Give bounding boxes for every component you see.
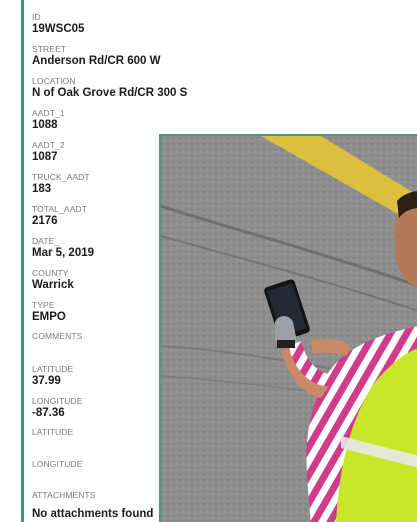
field-label-latitude: LATITUDE (32, 364, 74, 374)
attachment-photo[interactable] (159, 134, 417, 522)
accent-bar (21, 0, 24, 522)
field-label-aadt-1: AADT_1 (32, 108, 65, 118)
field-label-latitude-2: LATITUDE (32, 427, 74, 437)
field-value-truck-aadt: 183 (32, 183, 52, 195)
field-value-type: EMPO (32, 311, 66, 323)
field-label-truck-aadt: TRUCK_AADT (32, 172, 90, 182)
field-label-longitude-2: LONGITUDE (32, 459, 83, 469)
attachments-empty-message: No attachments found (32, 508, 154, 520)
field-label-date: DATE_ (32, 236, 60, 246)
field-label-street: STREET (32, 44, 67, 54)
field-value-total-aadt: 2176 (32, 215, 58, 227)
field-label-attachments: ATTACHMENTS (32, 490, 96, 500)
field-value-location: N of Oak Grove Rd/CR 300 S (32, 87, 188, 99)
field-label-comments: COMMENTS (32, 331, 83, 341)
field-label-longitude: LONGITUDE (32, 396, 83, 406)
field-label-id: ID (32, 12, 41, 22)
field-label-total-aadt: TOTAL_AADT (32, 204, 88, 214)
field-value-county: Warrick (32, 279, 74, 291)
field-label-county: COUNTY (32, 268, 69, 278)
field-label-aadt-2: AADT_2 (32, 140, 65, 150)
field-value-aadt-2: 1087 (32, 151, 58, 163)
field-value-id: 19WSC05 (32, 23, 85, 35)
field-value-date: Mar 5, 2019 (32, 247, 95, 259)
photo-illustration (161, 136, 417, 522)
field-value-aadt-1: 1088 (32, 119, 58, 131)
field-value-latitude: 37.99 (32, 375, 61, 387)
popup-panel: ID 19WSC05 STREET Anderson Rd/CR 600 W L… (0, 0, 417, 522)
field-value-street: Anderson Rd/CR 600 W (32, 55, 161, 67)
field-label-location: LOCATION (32, 76, 76, 86)
field-value-longitude: -87.36 (32, 407, 65, 419)
field-label-type: TYPE (32, 300, 55, 310)
